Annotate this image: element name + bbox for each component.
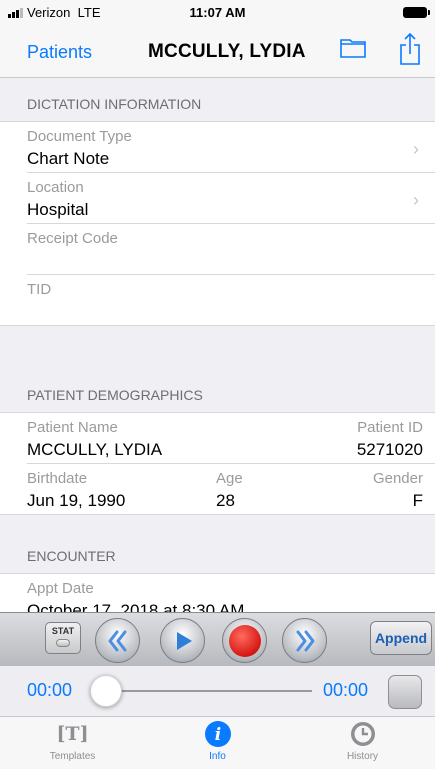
age-value: 28 xyxy=(216,491,235,510)
tab-history[interactable]: History xyxy=(290,717,435,769)
stat-toggle[interactable]: STAT xyxy=(45,622,81,654)
birthdate-label: Birthdate xyxy=(27,470,88,487)
folder-icon[interactable] xyxy=(340,38,366,63)
elapsed-time: 00:00 xyxy=(27,680,73,700)
tab-label: History xyxy=(346,751,379,762)
tab-templates[interactable]: [T] Templates xyxy=(0,717,145,769)
gender-value: F xyxy=(412,491,423,510)
record-button[interactable] xyxy=(222,618,267,663)
chevron-right-icon: › xyxy=(413,139,419,159)
patient-name-label: Patient Name xyxy=(27,419,118,436)
play-icon xyxy=(176,631,192,650)
patient-name-row: Patient Name MCCULLY, LYDIA Patient ID 5… xyxy=(27,413,435,464)
appt-date-label: Appt Date xyxy=(27,580,94,597)
stat-indicator xyxy=(56,639,70,647)
location-row[interactable]: Location Hospital › xyxy=(27,173,435,224)
section-title: PATIENT DEMOGRAPHICS xyxy=(27,387,203,403)
chevron-right-icon: › xyxy=(413,190,419,210)
stat-label: STAT xyxy=(51,626,75,636)
play-button[interactable] xyxy=(160,618,205,663)
tid-row[interactable]: TID xyxy=(0,275,435,326)
info-content[interactable]: DICTATION INFORMATION Document Type Char… xyxy=(0,78,435,612)
birthdate-row: Birthdate Jun 19, 1990 Age 28 Gender F xyxy=(0,464,435,515)
svg-text:i: i xyxy=(214,725,220,745)
templates-icon: [T] xyxy=(56,723,89,745)
history-icon xyxy=(350,722,375,746)
battery-icon xyxy=(403,7,430,18)
share-icon[interactable] xyxy=(399,32,421,71)
clock: 11:07 AM xyxy=(189,5,246,20)
patient-name-value: MCCULLY, LYDIA xyxy=(27,440,163,459)
dictation-section-header: DICTATION INFORMATION xyxy=(0,78,435,122)
birthdate-value: Jun 19, 1990 xyxy=(27,491,126,510)
age-label: Age xyxy=(216,470,243,487)
status-bar: Verizon LTE 11:07 AM xyxy=(0,0,435,26)
stop-button[interactable] xyxy=(388,675,422,709)
tab-info[interactable]: i Info xyxy=(145,717,290,769)
playback-scrubber: 00:00 00:00 xyxy=(0,666,435,716)
patient-id-label: Patient ID xyxy=(357,419,423,436)
page-title: MCCULLY, LYDIA xyxy=(148,41,306,62)
location-label: Location xyxy=(27,179,84,196)
receipt-code-label: Receipt Code xyxy=(27,230,118,247)
record-icon xyxy=(228,624,261,657)
dictation-player: STAT Append xyxy=(0,612,435,666)
back-button[interactable]: Patients xyxy=(27,42,92,63)
tab-bar: [T] Templates i Info History xyxy=(0,716,435,769)
tab-label: Info xyxy=(209,751,226,762)
gender-label: Gender xyxy=(372,470,423,487)
patient-id-value: 5271020 xyxy=(356,440,423,459)
scrub-thumb[interactable] xyxy=(90,675,122,707)
appt-date-row: Appt Date October 17, 2018 at 8:30 AM xyxy=(27,574,435,612)
append-button[interactable]: Append xyxy=(370,621,432,655)
section-title: ENCOUNTER xyxy=(27,548,116,564)
scrub-track[interactable] xyxy=(90,690,312,692)
rewind-icon xyxy=(108,630,126,651)
document-type-value: Chart Note xyxy=(27,149,110,168)
rewind-button[interactable] xyxy=(95,618,140,663)
fast-forward-icon xyxy=(296,630,314,651)
receipt-code-row[interactable]: Receipt Code xyxy=(27,224,435,275)
document-type-row[interactable]: Document Type Chart Note › xyxy=(27,122,435,173)
document-type-label: Document Type xyxy=(27,128,132,145)
fast-forward-button[interactable] xyxy=(282,618,327,663)
section-title: DICTATION INFORMATION xyxy=(27,96,202,112)
info-icon: i xyxy=(204,721,231,747)
appt-date-value: October 17, 2018 at 8:30 AM xyxy=(27,601,245,612)
encounter-section-header: ENCOUNTER xyxy=(0,515,435,574)
location-value: Hospital xyxy=(27,200,89,219)
demographics-section-header: PATIENT DEMOGRAPHICS xyxy=(0,326,435,413)
tid-label: TID xyxy=(27,281,52,298)
total-time: 00:00 xyxy=(323,680,369,700)
navigation-bar: Patients MCCULLY, LYDIA xyxy=(0,26,435,78)
tab-label: Templates xyxy=(49,751,96,762)
